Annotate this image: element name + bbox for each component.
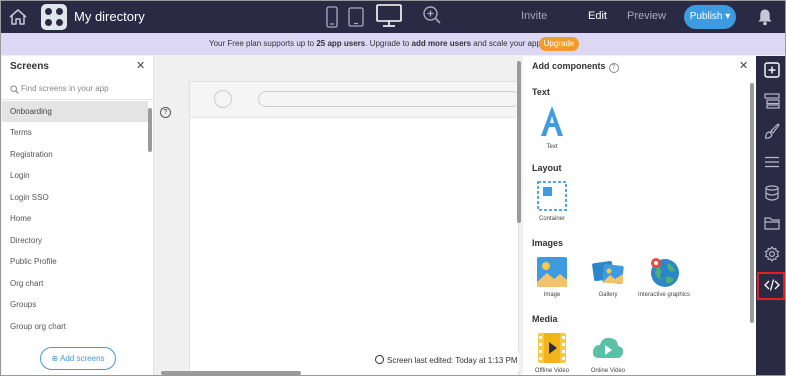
add-plus-icon[interactable] xyxy=(764,62,780,78)
screen-item-login-sso[interactable]: Login SSO xyxy=(2,187,148,208)
screen-item-org-chart[interactable]: Org chart xyxy=(2,273,148,294)
home-icon[interactable] xyxy=(7,6,29,28)
last-edited-status: Screen last edited: Today at 1:13 PM xyxy=(371,351,519,371)
film-strip-icon xyxy=(538,333,566,363)
right-toolbar xyxy=(756,56,785,375)
screen-item-directory[interactable]: Directory xyxy=(2,230,148,251)
text-component-icon xyxy=(541,106,563,136)
cloud-video-icon xyxy=(592,337,624,358)
folder-icon[interactable] xyxy=(764,215,780,231)
gallery-component-icon xyxy=(592,260,624,284)
add-screens-label: Add screens xyxy=(60,354,105,363)
desktop-device-icon[interactable] xyxy=(376,4,402,28)
screen-item-home[interactable]: Home xyxy=(2,208,148,229)
component-gallery-label: Gallery xyxy=(598,292,618,298)
close-components-panel-icon[interactable]: ✕ xyxy=(739,59,748,72)
screen-item-onboarding[interactable]: Onboarding xyxy=(2,101,148,122)
components-help-icon[interactable]: ? xyxy=(608,63,619,73)
screen-preview-header xyxy=(190,82,520,118)
screen-item-login[interactable]: Login xyxy=(2,165,148,186)
component-text-label: Text xyxy=(546,144,558,150)
layers-icon[interactable] xyxy=(764,93,780,109)
image-component-icon xyxy=(537,257,567,287)
component-online-video[interactable]: Online Video xyxy=(578,332,638,374)
upgrade-button[interactable]: Upgrade xyxy=(539,37,579,51)
components-scrollbar[interactable] xyxy=(750,83,754,323)
component-gallery[interactable]: Gallery xyxy=(578,256,638,298)
search-icon xyxy=(10,85,19,94)
invite-button[interactable]: Invite xyxy=(521,10,547,22)
top-bar: My directory Invite Edit Preview Publish… xyxy=(1,1,785,33)
component-text[interactable]: Text xyxy=(522,104,582,150)
search-screens-input[interactable]: Find screens in your app xyxy=(21,84,109,93)
paint-brush-icon[interactable] xyxy=(764,123,780,139)
plan-banner-text: Your Free plan supports up to 25 app use… xyxy=(209,39,544,48)
publish-button[interactable]: Publish ▾ xyxy=(684,5,736,29)
plus-icon: ⊕ xyxy=(51,354,60,363)
add-components-title: Add components? xyxy=(532,61,619,73)
screen-item-registration[interactable]: Registration xyxy=(2,144,148,165)
screen-item-groups[interactable]: Groups xyxy=(2,294,148,315)
section-text: Text xyxy=(532,87,550,97)
section-media: Media xyxy=(532,314,558,324)
add-screens-button[interactable]: ⊕ Add screens xyxy=(40,347,116,370)
divider xyxy=(2,99,154,100)
app-window: My directory Invite Edit Preview Publish… xyxy=(0,0,786,376)
add-components-panel: Add components? ✕ Text Text Layout Conta… xyxy=(522,56,756,375)
close-screens-panel-icon[interactable]: ✕ xyxy=(136,59,145,72)
preview-avatar-placeholder xyxy=(214,90,232,108)
container-component-icon xyxy=(537,181,567,211)
component-image-label: Image xyxy=(543,292,561,298)
screens-panel-title: Screens xyxy=(10,61,49,72)
component-online-video-label: Online Video xyxy=(590,368,626,374)
clock-icon xyxy=(375,355,384,364)
screen-item-public-profile[interactable]: Public Profile xyxy=(2,251,148,272)
canvas-horizontal-scrollbar[interactable] xyxy=(161,371,301,375)
plan-banner: Your Free plan supports up to 25 app use… xyxy=(1,33,785,55)
screens-panel: Screens ✕ Find screens in your app Onboa… xyxy=(2,56,154,375)
settings-gear-icon[interactable] xyxy=(764,246,780,262)
menu-icon[interactable] xyxy=(764,154,780,170)
screen-item-group-org-chart[interactable]: Group org chart xyxy=(2,316,148,337)
screen-preview[interactable] xyxy=(189,81,520,375)
code-icon-highlight xyxy=(757,272,785,300)
component-offline-video[interactable]: Offline Video xyxy=(522,332,582,374)
screens-scrollbar[interactable] xyxy=(148,108,152,152)
preview-button[interactable]: Preview xyxy=(627,10,666,22)
component-offline-video-label: Offline Video xyxy=(534,368,570,374)
database-icon[interactable] xyxy=(764,185,780,201)
component-interactive-graphics[interactable]: Interactive graphics xyxy=(634,256,694,298)
section-images: Images xyxy=(532,238,564,248)
component-interactive-label: Interactive graphics xyxy=(637,292,691,298)
canvas-vertical-scrollbar[interactable] xyxy=(517,61,521,223)
mobile-device-icon[interactable] xyxy=(326,6,338,28)
edit-button[interactable]: Edit xyxy=(588,10,607,22)
section-layout: Layout xyxy=(532,163,562,173)
tablet-device-icon[interactable] xyxy=(348,6,364,28)
component-container[interactable]: Container xyxy=(522,180,582,222)
zoom-in-icon[interactable] xyxy=(422,5,442,27)
component-image[interactable]: Image xyxy=(522,256,582,298)
interactive-graphics-icon xyxy=(651,258,679,287)
component-container-label: Container xyxy=(538,216,565,222)
notifications-bell-icon[interactable] xyxy=(757,8,773,26)
canvas-help-icon[interactable]: ? xyxy=(160,107,171,118)
screen-item-terms[interactable]: Terms xyxy=(2,122,148,143)
app-logo[interactable] xyxy=(41,4,67,30)
last-edited-text: Screen last edited: Today at 1:13 PM xyxy=(387,356,518,365)
app-title[interactable]: My directory xyxy=(74,9,145,24)
preview-search-placeholder xyxy=(258,91,520,107)
